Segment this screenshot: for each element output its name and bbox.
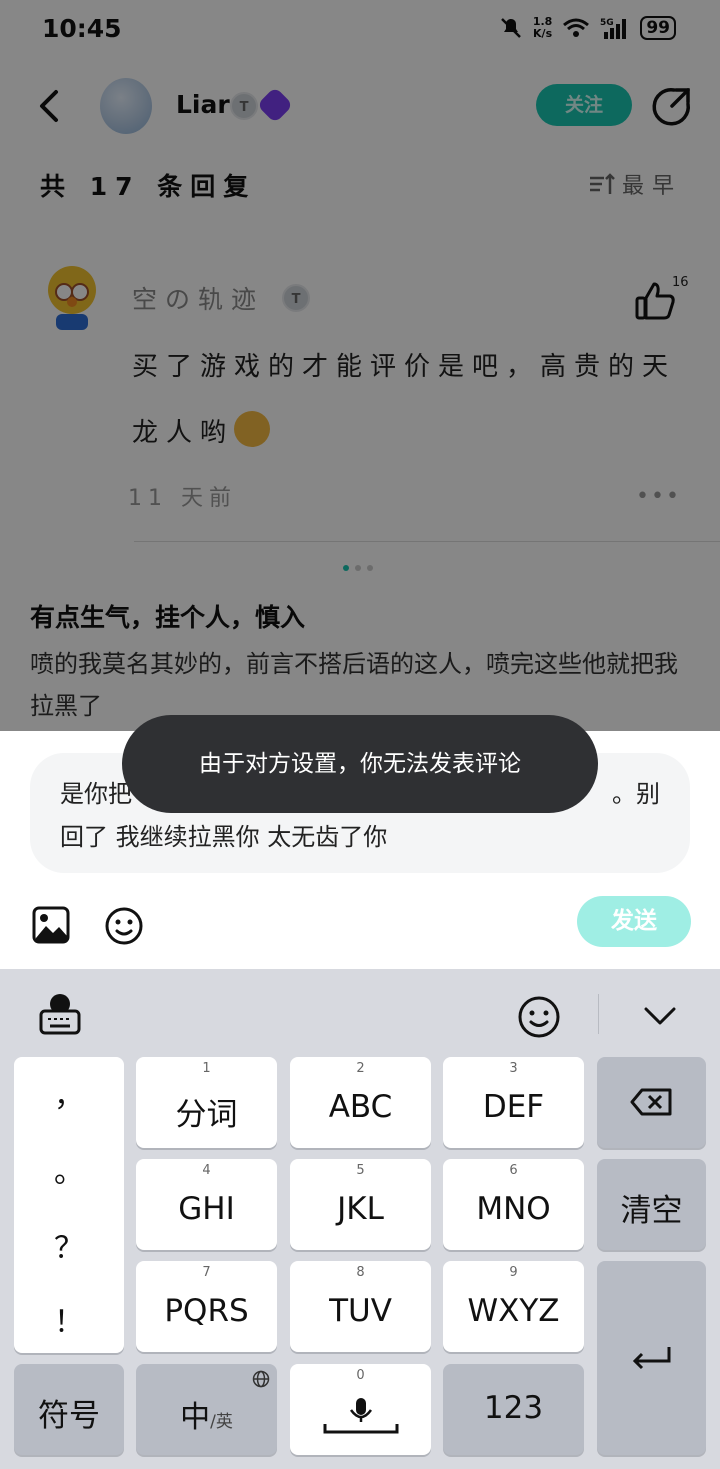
punctuation-column[interactable]: ， 。 ？ ！ <box>14 1057 124 1353</box>
mute-icon <box>500 18 521 38</box>
status-icons: 1.8 K/s 5G 99 <box>499 16 676 40</box>
punct-key[interactable]: ， <box>14 1071 124 1115</box>
enter-icon <box>632 1347 671 1370</box>
keyboard-emoji-icon[interactable] <box>517 995 561 1039</box>
status-bar: 10:45 1.8 K/s 5G 99 <box>0 0 720 62</box>
send-button[interactable]: 发送 <box>577 896 691 947</box>
commenter-name[interactable]: 空の轨迹 <box>132 280 264 316</box>
page-indicator <box>343 565 373 571</box>
page-dot <box>367 565 373 571</box>
key-6[interactable]: 6 MNO <box>443 1159 584 1250</box>
punct-key[interactable]: 。 <box>14 1147 124 1191</box>
backspace-key[interactable] <box>597 1057 706 1148</box>
net-speed: 1.8 K/s <box>532 15 553 40</box>
microphone-icon <box>323 1398 399 1434</box>
angry-emoji-icon <box>234 411 271 447</box>
punct-key[interactable]: ？ <box>14 1223 124 1267</box>
keyboard-language-icon[interactable] <box>38 991 82 1037</box>
follow-button[interactable]: 关注 <box>536 84 632 126</box>
sort-icon <box>590 173 615 194</box>
post-title: 有点生气，挂个人，慎入 <box>30 603 306 632</box>
vip-badge-icon <box>256 86 294 124</box>
author-level-badge: T <box>230 92 258 120</box>
commenter-avatar[interactable] <box>44 264 100 332</box>
battery-indicator: 99 <box>640 16 676 40</box>
toolbar-separator <box>598 994 599 1034</box>
like-icon[interactable] <box>634 280 676 320</box>
svg-text:5G: 5G <box>600 18 614 28</box>
globe-icon <box>252 1370 270 1388</box>
status-time: 10:45 <box>42 14 122 43</box>
space-key[interactable]: 0 <box>290 1364 431 1455</box>
commenter-level-badge: T <box>282 284 310 312</box>
key-1[interactable]: 1 分词 <box>136 1057 277 1148</box>
page-dot <box>343 565 349 571</box>
key-4[interactable]: 4 GHI <box>136 1159 277 1250</box>
sort-label: 最早 <box>622 174 683 199</box>
divider <box>134 541 720 542</box>
backspace-icon <box>630 1088 672 1116</box>
key-3[interactable]: 3 DEF <box>443 1057 584 1148</box>
comment-time: 11 天前 <box>128 486 237 511</box>
more-options-icon[interactable]: ••• <box>636 484 681 509</box>
comment-text: 买了游戏的才能评价是吧，高贵的天龙人哟 <box>132 352 677 448</box>
back-icon[interactable] <box>32 86 66 126</box>
chevron-down-icon[interactable] <box>642 1003 678 1029</box>
emoji-icon[interactable] <box>104 906 144 946</box>
clear-key[interactable]: 清空 <box>597 1159 706 1250</box>
wifi-icon <box>563 18 590 37</box>
share-icon[interactable] <box>652 86 692 126</box>
toast-message: 由于对方设置，你无法发表评论 <box>122 715 598 813</box>
author-avatar[interactable] <box>100 78 152 134</box>
reply-count: 共 17 条回复 <box>40 172 257 201</box>
post-header: Liar T 关注 <box>0 70 720 140</box>
sort-toggle[interactable]: 最早 <box>588 168 682 200</box>
key-8[interactable]: 8 TUV <box>290 1261 431 1352</box>
image-icon[interactable] <box>32 906 70 944</box>
punct-key[interactable]: ！ <box>14 1297 124 1341</box>
key-5[interactable]: 5 JKL <box>290 1159 431 1250</box>
symbols-key[interactable]: 符号 <box>14 1364 124 1455</box>
key-2[interactable]: 2 ABC <box>290 1057 431 1148</box>
numbers-key[interactable]: 123 <box>443 1364 584 1455</box>
author-name[interactable]: Liar <box>176 90 230 119</box>
enter-key[interactable] <box>597 1261 706 1455</box>
key-7[interactable]: 7 PQRS <box>136 1261 277 1352</box>
signal-icon: 5G <box>600 18 627 39</box>
language-switch-key[interactable]: 中/英 <box>136 1364 277 1455</box>
key-9[interactable]: 9 WXYZ <box>443 1261 584 1352</box>
post-page: 10:45 1.8 K/s 5G 99 Liar T 关注 共 17 条回复 最早… <box>0 0 720 731</box>
like-count: 16 <box>672 275 689 290</box>
page-dot <box>355 565 361 571</box>
